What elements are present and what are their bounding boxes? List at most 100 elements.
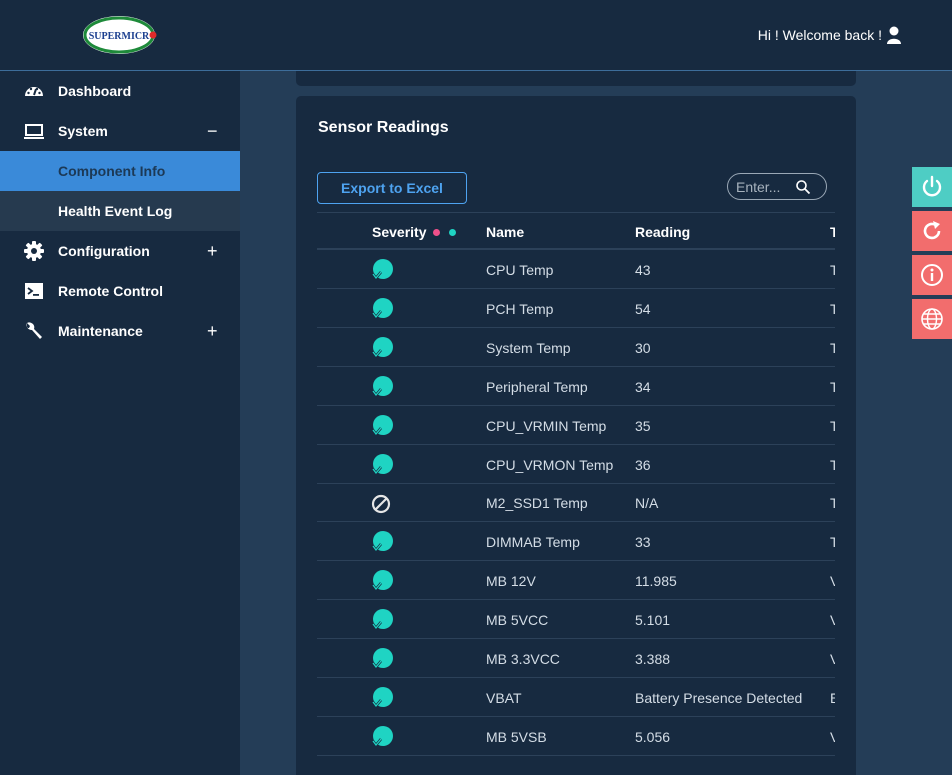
- search-input[interactable]: [736, 178, 796, 196]
- sensor-type: T: [830, 495, 835, 512]
- user-icon[interactable]: [886, 26, 902, 44]
- status-ok-icon: [371, 297, 393, 319]
- sidebar-item-label: Dashboard: [58, 83, 132, 99]
- sidebar-item-label: Maintenance: [58, 323, 143, 339]
- sidebar-item-remote-control[interactable]: Remote Control: [0, 271, 240, 311]
- sensor-type: V: [830, 612, 835, 629]
- column-header-type[interactable]: T: [830, 224, 835, 240]
- status-ok-icon: [371, 259, 393, 281]
- expand-icon[interactable]: +: [207, 321, 218, 342]
- sensor-reading: 54: [635, 300, 651, 317]
- refresh-icon: [923, 221, 941, 240]
- sensor-name: MB 5VCC: [486, 612, 549, 629]
- sensor-reading: 35: [635, 417, 651, 434]
- sensor-reading: 36: [635, 456, 651, 473]
- collapse-icon[interactable]: −: [207, 121, 218, 142]
- status-ok-icon: [371, 453, 393, 475]
- power-button[interactable]: [912, 167, 952, 207]
- sidebar-item-system[interactable]: System −: [0, 111, 240, 151]
- column-header-reading[interactable]: Reading: [635, 224, 690, 240]
- table-row[interactable]: VBAT Battery Presence Detected E: [317, 678, 835, 717]
- sensor-reading: 30: [635, 339, 651, 356]
- status-ok-icon: [371, 648, 393, 670]
- sidebar-item-maintenance[interactable]: Maintenance +: [0, 311, 240, 351]
- sensor-name: Peripheral Temp: [486, 378, 588, 395]
- terminal-icon: [25, 283, 43, 299]
- sidebar-item-health-event-log[interactable]: Health Event Log: [0, 191, 240, 231]
- sidebar: Dashboard System − Component Info Health…: [0, 71, 240, 775]
- sensor-name: M2_SSD1 Temp: [486, 495, 588, 512]
- sidebar-item-label: Configuration: [58, 243, 150, 259]
- table-row[interactable]: CPU_VRMIN Temp 35 T: [317, 406, 835, 445]
- table-row[interactable]: CPU Temp 43 T: [317, 250, 835, 289]
- top-header: SUPERMICR Hi ! Welcome back !: [0, 0, 952, 71]
- sidebar-item-configuration[interactable]: Configuration +: [0, 231, 240, 271]
- sensor-type: V: [830, 573, 835, 590]
- column-header-name[interactable]: Name: [486, 224, 524, 240]
- previous-card: [296, 71, 856, 86]
- info-button[interactable]: [912, 255, 952, 295]
- sensor-reading: 3.388: [635, 651, 671, 667]
- sidebar-item-component-info[interactable]: Component Info: [0, 151, 240, 191]
- table-row[interactable]: MB 12V 11.985 V: [317, 561, 835, 601]
- sensor-name: CPU Temp: [486, 262, 554, 278]
- table-row[interactable]: System Temp 30 T: [317, 328, 835, 367]
- sensor-reading: 43: [635, 262, 651, 278]
- language-icon: [921, 308, 943, 330]
- sensor-name: CPU_VRMIN Temp: [486, 417, 607, 434]
- sensor-name: MB 12V: [486, 573, 536, 590]
- language-button[interactable]: [912, 299, 952, 339]
- sensor-reading: 5.056: [635, 728, 671, 745]
- power-icon: [922, 175, 942, 197]
- sensor-reading: 5.101: [635, 612, 671, 629]
- sensor-reading: Battery Presence Detected: [635, 689, 803, 706]
- status-ok-icon: [371, 725, 393, 747]
- sidebar-item-dashboard[interactable]: Dashboard: [0, 71, 240, 111]
- sensor-reading: N/A: [635, 495, 659, 512]
- sensor-table: Severity Name Reading T CPU Temp 43 T PCH T…: [317, 212, 835, 775]
- export-to-excel-button[interactable]: Export to Excel: [317, 172, 467, 204]
- sensor-type: T: [830, 262, 835, 278]
- table-row[interactable]: CPU_VRMON Temp 36 T: [317, 445, 835, 484]
- welcome-text: Hi ! Welcome back !: [757, 27, 882, 43]
- status-ok-icon: [371, 609, 393, 631]
- table-row[interactable]: Peripheral Temp 34 T: [317, 367, 835, 406]
- table-header: Severity Name Reading T: [317, 212, 835, 250]
- sensor-name: System Temp: [486, 339, 571, 356]
- refresh-button[interactable]: [912, 211, 952, 251]
- status-ok-icon: [371, 375, 393, 397]
- info-icon: [921, 264, 943, 286]
- table-row[interactable]: MB 5VCC 5.101 V: [317, 600, 835, 640]
- not-available-icon: [371, 495, 391, 514]
- gear-icon: [24, 241, 44, 261]
- sidebar-item-label: System: [58, 123, 108, 139]
- sensor-type: T: [830, 339, 835, 356]
- sensor-name: MB 5VSB: [486, 728, 547, 745]
- supermicro-logo[interactable]: SUPERMICR: [82, 15, 158, 55]
- sidebar-item-label: Health Event Log: [58, 203, 173, 219]
- sensor-type: E: [830, 689, 835, 706]
- wrench-icon: [26, 322, 42, 339]
- sensor-type: T: [830, 534, 835, 551]
- sensor-name: DIMMAB Temp: [486, 534, 580, 551]
- table-row[interactable]: MB 3.3VCC 3.388 V: [317, 639, 835, 678]
- sensor-type: V: [830, 651, 835, 667]
- sidebar-item-label: Component Info: [58, 163, 166, 179]
- sensor-name: CPU_VRMON Temp: [486, 456, 614, 473]
- column-header-severity[interactable]: Severity: [372, 224, 426, 240]
- sensor-name: PCH Temp: [486, 300, 554, 317]
- table-row[interactable]: MB 5VSB 5.056 V: [317, 717, 835, 756]
- sensor-type: T: [830, 300, 835, 317]
- status-ok-icon: [371, 414, 393, 436]
- table-row[interactable]: PCH Temp 54 T: [317, 289, 835, 328]
- expand-icon[interactable]: +: [207, 241, 218, 262]
- table-row[interactable]: DIMMAB Temp 33 T: [317, 522, 835, 562]
- monitor-icon: [24, 124, 44, 139]
- search-icon[interactable]: [795, 179, 811, 195]
- table-row[interactable]: M2_SSD1 Temp N/A T: [317, 483, 835, 523]
- status-ok-icon: [371, 531, 393, 553]
- sensor-name: MB 3.3VCC: [486, 651, 560, 667]
- sensor-name: VBAT: [486, 689, 522, 706]
- search-box: [727, 173, 827, 200]
- status-ok-icon: [371, 570, 393, 592]
